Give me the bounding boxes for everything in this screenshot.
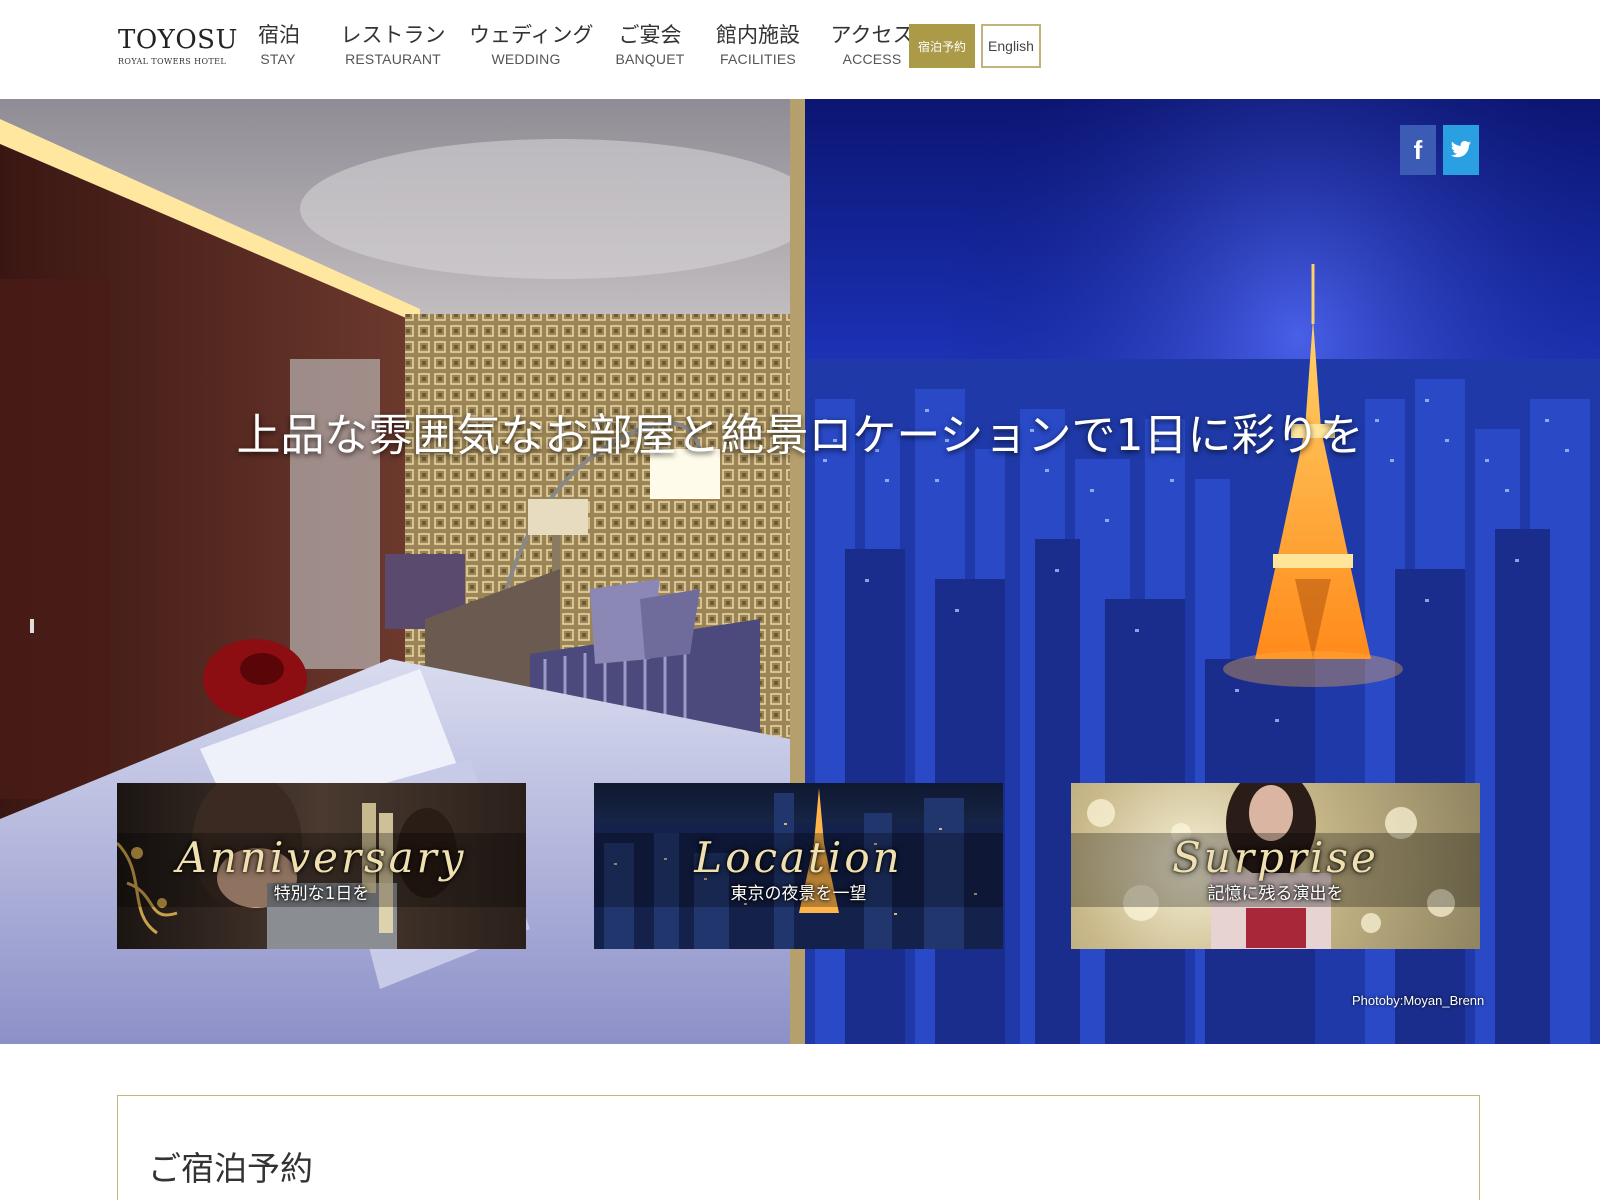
reserve-button[interactable]: 宿泊予約 — [909, 24, 975, 68]
nav-stay[interactable]: 宿泊 STAY — [258, 22, 300, 67]
photo-credit: Photoby:Moyan_Brenn — [1352, 993, 1485, 1008]
site-header: TOYOSU ROYAL TOWERS HOTEL 宿泊 STAY レストラン … — [0, 0, 1600, 99]
nav-banquet[interactable]: ご宴会 BANQUET — [615, 22, 685, 67]
nav-banquet-en: BANQUET — [615, 51, 685, 67]
nav-restaurant-jp: レストラン — [340, 23, 446, 47]
logo-subtitle: ROYAL TOWERS HOTEL — [118, 57, 227, 66]
nav-facilities-en: FACILITIES — [720, 51, 796, 67]
logo-name: TOYOSU — [118, 25, 238, 55]
surprise-card-title: Surprise — [1172, 833, 1379, 882]
anniversary-card-title: Anniversary — [176, 833, 467, 882]
surprise-card-subtitle: 記憶に残る演出を — [1207, 884, 1344, 904]
english-button[interactable]: English — [981, 24, 1041, 68]
hotel-logo[interactable]: TOYOSU ROYAL TOWERS HOTEL — [118, 25, 238, 66]
twitter-icon — [1450, 140, 1472, 158]
nav-restaurant[interactable]: レストラン RESTAURANT — [338, 22, 448, 67]
hero-section: 上品な雰囲気なお部屋と絶景ロケーションで1日に彩りを f Anniversary… — [0, 99, 1600, 1044]
location-card[interactable]: Location 東京の夜景を一望 — [594, 783, 1003, 949]
twitter-share-button[interactable] — [1443, 125, 1479, 175]
location-card-title: Location — [694, 833, 903, 882]
nav-facilities[interactable]: 館内施設 FACILITIES — [716, 22, 800, 67]
surprise-card[interactable]: Surprise 記憶に残る演出を — [1071, 783, 1480, 949]
location-card-subtitle: 東京の夜景を一望 — [730, 884, 867, 904]
nav-wedding-en: WEDDING — [491, 51, 561, 67]
nav-access-jp: アクセス — [830, 23, 914, 47]
facebook-share-button[interactable]: f — [1400, 125, 1436, 175]
nav-access[interactable]: アクセス ACCESS — [830, 22, 914, 67]
nav-banquet-jp: ご宴会 — [618, 23, 682, 47]
nav-stay-en: STAY — [260, 51, 296, 67]
anniversary-card[interactable]: Anniversary 特別な1日を — [117, 783, 526, 949]
anniversary-card-subtitle: 特別な1日を — [273, 884, 370, 904]
reservation-title: ご宿泊予約 — [148, 1149, 313, 1188]
reservation-panel: ご宿泊予約 — [117, 1095, 1480, 1200]
nav-wedding[interactable]: ウェディング WEDDING — [469, 22, 594, 67]
nav-facilities-jp: 館内施設 — [716, 23, 800, 47]
nav-wedding-jp: ウェディング — [469, 23, 594, 47]
facebook-icon: f — [1413, 134, 1423, 165]
nav-stay-jp: 宿泊 — [258, 23, 300, 47]
nav-access-en: ACCESS — [842, 51, 902, 67]
nav-restaurant-en: RESTAURANT — [345, 51, 441, 67]
